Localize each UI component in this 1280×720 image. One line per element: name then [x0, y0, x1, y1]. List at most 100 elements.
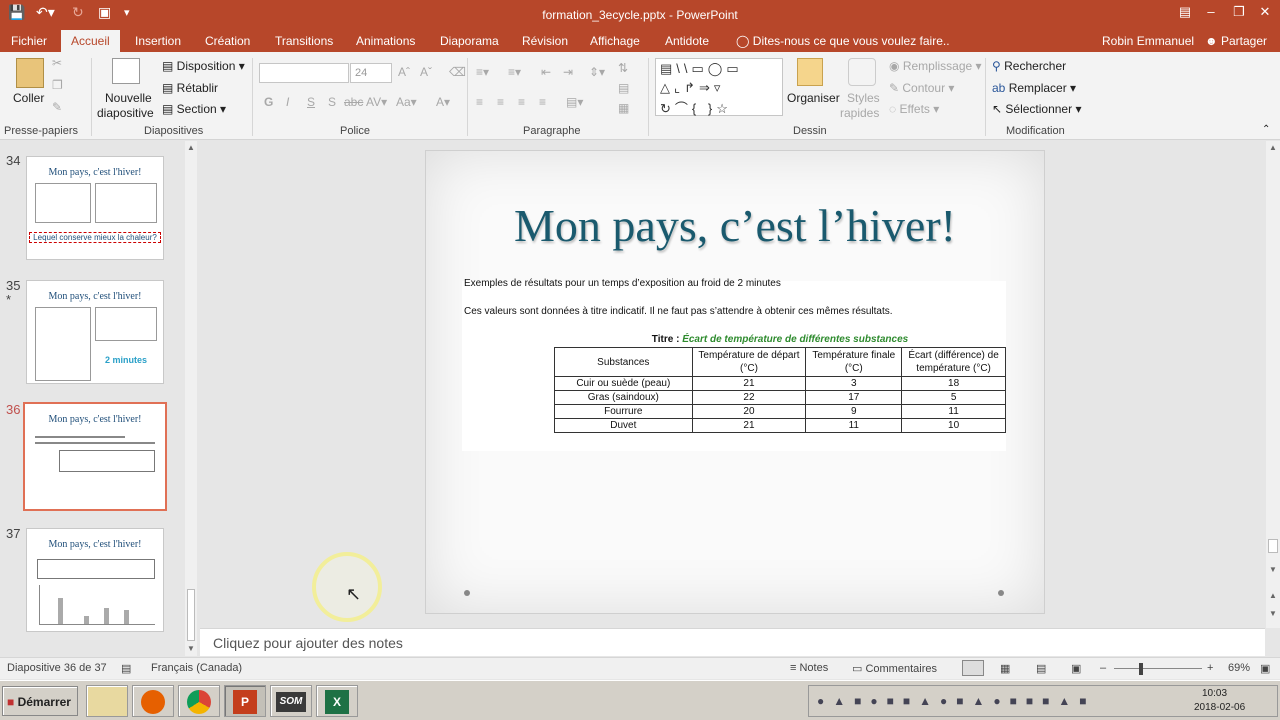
zoom-level[interactable]: 69% [1228, 662, 1250, 674]
spellcheck-icon[interactable]: ▤ [121, 662, 131, 675]
previous-slide-icon[interactable]: ▲ [1269, 591, 1277, 600]
columns-icon[interactable]: ▤▾ [566, 95, 583, 109]
clipboard-icon[interactable] [16, 58, 44, 88]
quick-styles-label-1[interactable]: Styles [847, 91, 880, 105]
tab-insertion[interactable]: Insertion [135, 34, 181, 48]
new-slide-icon[interactable] [112, 58, 140, 84]
align-text-icon[interactable]: ▤ [618, 81, 629, 95]
tell-me-box[interactable]: ◯ Dites-nous ce que vous voulez faire.. [736, 34, 950, 48]
slide-title[interactable]: Mon pays, c’est l’hiver! [426, 199, 1044, 252]
quick-styles-label-2[interactable]: rapides [840, 106, 879, 120]
slideshow-view-icon[interactable]: ▣ [1071, 662, 1081, 675]
reading-view-icon[interactable]: ▤ [1036, 662, 1046, 675]
shadow-button[interactable]: S [328, 95, 336, 109]
language-indicator[interactable]: Français (Canada) [151, 662, 242, 674]
zoom-slider-thumb[interactable] [1139, 663, 1143, 675]
tab-affichage[interactable]: Affichage [590, 34, 640, 48]
collapse-ribbon-icon[interactable]: ⌃ [1262, 124, 1270, 135]
som-app-icon[interactable]: SOM [270, 685, 312, 717]
font-size-field[interactable]: 24 [350, 63, 392, 83]
find-button[interactable]: ⚲ Rechercher [992, 59, 1066, 73]
tab-animations[interactable]: Animations [356, 34, 415, 48]
underline-button[interactable]: S [307, 95, 315, 109]
increase-indent-icon[interactable]: ⇥ [563, 65, 573, 79]
zoom-in-button[interactable]: + [1207, 662, 1213, 674]
align-right-icon[interactable]: ≡ [518, 95, 525, 109]
notes-placeholder[interactable]: Cliquez pour ajouter des notes [213, 635, 403, 651]
quick-styles-icon[interactable] [848, 58, 876, 86]
text-direction-icon[interactable]: ⇅ [618, 61, 628, 75]
close-button[interactable]: ✕ [1250, 4, 1280, 20]
shape-fill-button[interactable]: ◉ Remplissage ▾ [889, 59, 982, 73]
strikethrough-button[interactable]: abc [344, 95, 363, 109]
change-case-icon[interactable]: Aa▾ [396, 95, 417, 109]
notes-toggle[interactable]: ≡ Notes [790, 662, 828, 674]
user-name[interactable]: Robin Emmanuel [1102, 34, 1194, 48]
slide-thumbnail-35[interactable]: Mon pays, c'est l'hiver! 2 minutes [26, 280, 164, 384]
shape-outline-button[interactable]: ✎ Contour ▾ [889, 81, 954, 95]
align-left-icon[interactable]: ≡ [476, 95, 483, 109]
select-button[interactable]: ↖ Sélectionner ▾ [992, 102, 1081, 116]
arrange-button[interactable]: Organiser [787, 91, 840, 105]
tab-creation[interactable]: Création [205, 34, 250, 48]
tab-antidote[interactable]: Antidote [665, 34, 709, 48]
shrink-font-icon[interactable]: Aˇ [420, 65, 432, 79]
firefox-icon[interactable] [132, 685, 174, 717]
tab-transitions[interactable]: Transitions [275, 34, 333, 48]
decrease-indent-icon[interactable]: ⇤ [541, 65, 551, 79]
arrange-icon[interactable] [797, 58, 823, 86]
bullets-icon[interactable]: ≡▾ [476, 65, 489, 79]
layout-button[interactable]: ▤ Disposition ▾ [162, 59, 245, 73]
scroll-thumb[interactable] [1268, 539, 1278, 553]
clock-time[interactable]: 10:03 [1202, 688, 1227, 699]
font-color-icon[interactable]: A▾ [436, 95, 450, 109]
scroll-up-icon[interactable]: ▲ [187, 143, 195, 152]
normal-view-icon[interactable] [962, 660, 984, 676]
paste-button[interactable]: Coller [13, 91, 44, 105]
zoom-slider[interactable] [1114, 668, 1202, 669]
italic-button[interactable]: I [286, 95, 289, 109]
slide-sorter-icon[interactable]: ▦ [1000, 662, 1010, 675]
scroll-up-icon[interactable]: ▲ [1269, 143, 1277, 152]
notes-pane[interactable]: Cliquez pour ajouter des notes [200, 628, 1265, 656]
tab-revision[interactable]: Révision [522, 34, 568, 48]
numbering-icon[interactable]: ≡▾ [508, 65, 521, 79]
align-center-icon[interactable]: ≡ [497, 95, 504, 109]
start-button[interactable]: ■ Démarrer [2, 686, 78, 716]
bold-button[interactable]: G [264, 95, 273, 109]
slide-thumbnail-37[interactable]: Mon pays, c'est l'hiver! [26, 528, 164, 632]
shape-effects-button[interactable]: ◌ Effets ▾ [889, 102, 939, 116]
share-button[interactable]: ☻ Partager [1205, 34, 1267, 48]
thumbnails-scrollbar[interactable]: ▲ ▼ [185, 141, 197, 656]
zoom-out-button[interactable]: – [1100, 662, 1106, 674]
grow-font-icon[interactable]: Aˆ [398, 65, 410, 79]
powerpoint-icon[interactable]: P [224, 685, 266, 717]
smartart-icon[interactable]: ▦ [618, 101, 629, 115]
cut-icon[interactable]: ✂ [52, 56, 62, 70]
tray-icons[interactable]: ●▲■●■■▲●■▲●■■■▲■ [817, 694, 1095, 708]
fit-to-window-icon[interactable]: ▣ [1260, 662, 1270, 675]
shapes-gallery[interactable]: ▤\\▭◯▭ △⌞↱⇒▿ ↻⌒{ }☆ [655, 58, 783, 116]
reset-button[interactable]: ▤ Rétablir [162, 81, 218, 95]
font-name-field[interactable] [259, 63, 349, 83]
line-spacing-icon[interactable]: ⇕▾ [589, 65, 605, 79]
chrome-icon[interactable] [178, 685, 220, 717]
tab-fichier[interactable]: Fichier [11, 34, 47, 48]
justify-icon[interactable]: ≡ [539, 95, 546, 109]
next-slide-icon[interactable]: ▼ [1269, 609, 1277, 618]
new-slide-label-1[interactable]: Nouvelle [105, 91, 152, 105]
tab-diaporama[interactable]: Diaporama [440, 34, 499, 48]
current-slide[interactable]: Mon pays, c’est l’hiver! Exemples de rés… [425, 150, 1045, 614]
format-painter-icon[interactable]: ✎ [52, 100, 62, 114]
excel-icon[interactable]: X [316, 685, 358, 717]
copy-icon[interactable]: ❐ [52, 78, 63, 92]
tab-accueil[interactable]: Accueil [61, 30, 120, 52]
scroll-down-icon[interactable]: ▼ [1269, 565, 1277, 574]
editor-scrollbar[interactable]: ▲ ▼ ▲ ▼ [1266, 141, 1280, 628]
clock-date[interactable]: 2018-02-06 [1194, 702, 1245, 713]
file-explorer-icon[interactable] [86, 685, 128, 717]
scroll-thumb[interactable] [187, 589, 195, 641]
slide-thumbnail-36[interactable]: Mon pays, c'est l'hiver! [23, 402, 167, 511]
replace-button[interactable]: ab Remplacer ▾ [992, 81, 1076, 95]
minimize-button[interactable]: – [1196, 4, 1226, 19]
